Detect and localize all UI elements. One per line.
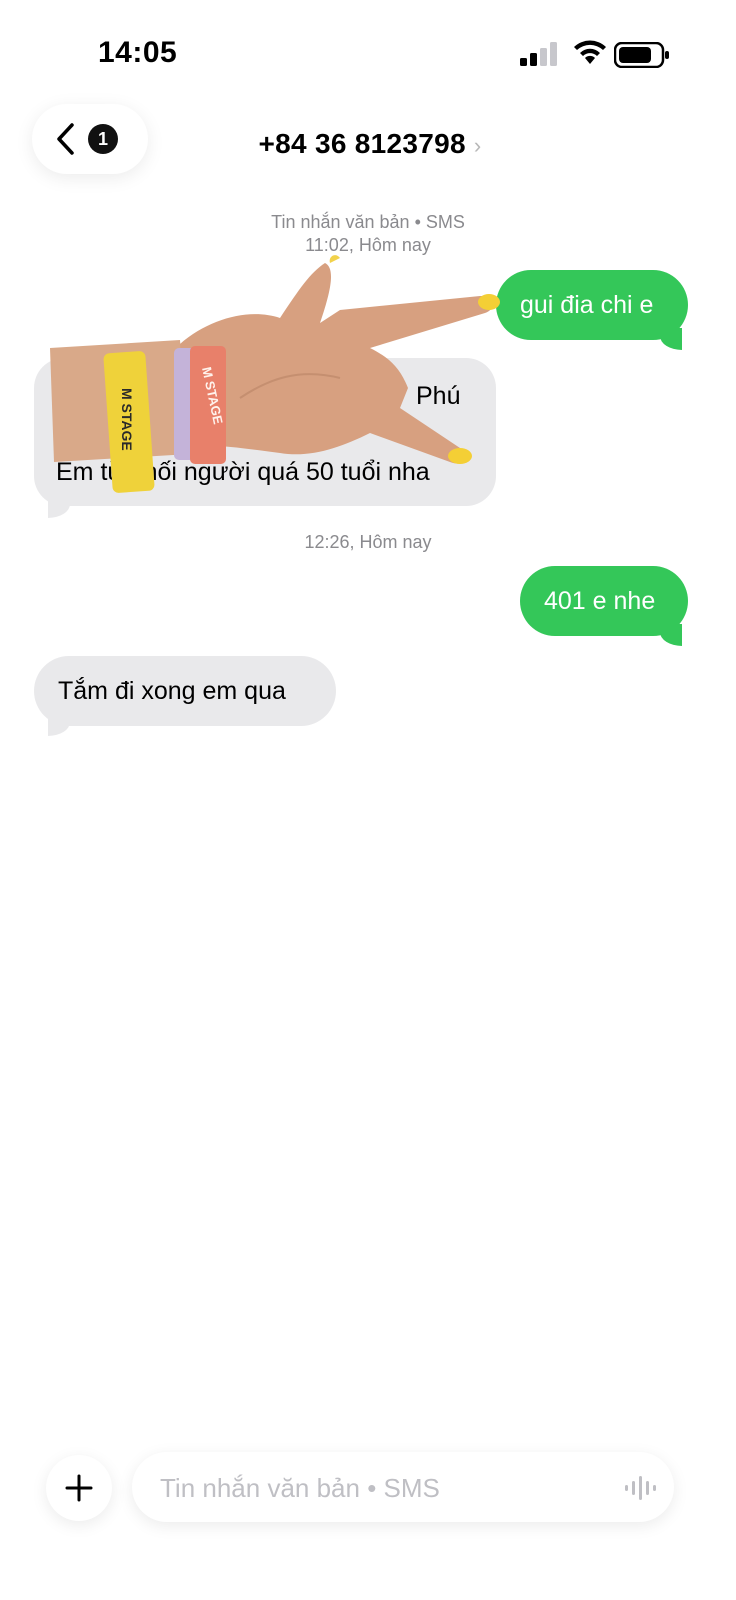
chevron-right-icon: › xyxy=(473,133,482,158)
contact-number[interactable]: +84 36 8123798 xyxy=(258,128,465,159)
chevron-left-icon xyxy=(57,123,74,155)
bubble-tail xyxy=(660,328,682,350)
message-bubble-incoming[interactable]: Phú Em từ chối người quá 50 tuổi nha xyxy=(34,358,496,506)
signal-icon xyxy=(520,42,557,66)
thread-timestamp: Tin nhắn văn bản • SMS 11:02, Hôm nay xyxy=(0,212,736,256)
message-bubble-incoming[interactable]: Tắm đi xong em qua xyxy=(34,656,336,726)
message-input[interactable] xyxy=(158,1466,602,1510)
bubble-tail xyxy=(48,496,70,518)
thread-service-label: Tin nhắn văn bản • SMS xyxy=(271,212,465,232)
message-input-container[interactable] xyxy=(132,1452,674,1522)
message-text: 401 e nhe xyxy=(544,587,656,615)
battery-icon xyxy=(614,42,669,68)
contact-title[interactable]: +84 36 8123798 › xyxy=(200,128,540,160)
add-attachment-button[interactable] xyxy=(46,1455,112,1521)
bubble-tail xyxy=(48,714,70,736)
thread-time-label: 11:02, Hôm nay xyxy=(305,235,431,255)
bubble-tail xyxy=(660,624,682,646)
message-text: gui đia chi e xyxy=(520,291,654,319)
thread-timestamp: 12:26, Hôm nay xyxy=(0,532,736,553)
message-text: Phú xyxy=(416,382,461,410)
waveform-icon[interactable] xyxy=(624,1474,658,1502)
thread-time-label: 12:26, Hôm nay xyxy=(304,532,432,552)
plus-icon xyxy=(65,1474,93,1502)
status-time: 14:05 xyxy=(98,36,178,69)
wifi-icon xyxy=(574,40,606,64)
status-bar: 14:05 xyxy=(0,0,736,100)
unread-count-badge: 1 xyxy=(88,124,118,154)
message-text: Tắm đi xong em qua xyxy=(58,677,286,705)
message-text: Em từ chối người quá 50 tuổi nha xyxy=(56,458,430,486)
back-button[interactable]: 1 xyxy=(32,104,148,174)
